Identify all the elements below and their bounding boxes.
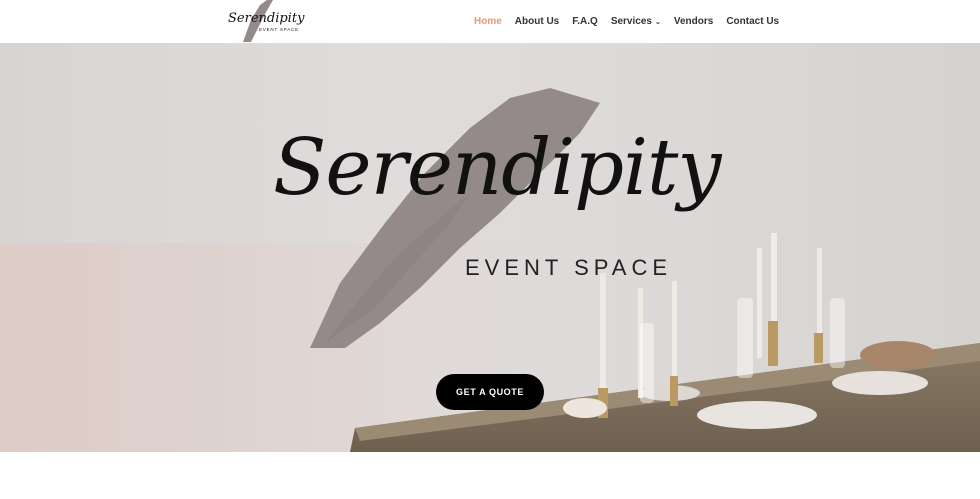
svg-text:Serendipity: Serendipity [228,11,305,26]
nav-home-label: Home [474,16,502,27]
nav-faq-label: F.A.Q [572,16,598,27]
svg-text:EVENT SPACE: EVENT SPACE [259,27,299,32]
nav-contact-us[interactable]: Contact Us [726,16,779,27]
hero-section: Serendipity EVENT SPACE GET A QUOTE [0,43,980,452]
nav-about-us[interactable]: About Us [515,16,559,27]
nav-vendors-label: Vendors [673,16,714,27]
nav-services[interactable]: Services ⌄ [611,16,661,27]
hero-title-script: Serendipity [273,123,721,213]
site-logo[interactable]: Serendipity EVENT SPACE [213,0,311,43]
nav-services-label: Services [610,16,652,27]
nav-contact-label: Contact Us [726,16,780,27]
nav-home[interactable]: Home [474,16,502,27]
page-below-hero [0,452,980,499]
get-a-quote-button[interactable]: GET A QUOTE [436,374,544,410]
nav-about-label: About Us [514,16,560,27]
site-header: Serendipity EVENT SPACE Home About Us F.… [0,0,980,43]
nav-vendors[interactable]: Vendors [674,16,713,27]
main-nav: Home About Us F.A.Q Services ⌄ Vendors Co… [474,0,779,43]
chevron-down-icon: ⌄ [654,18,661,26]
hero-subtitle: EVENT SPACE [465,255,673,280]
nav-faq[interactable]: F.A.Q [572,16,598,27]
